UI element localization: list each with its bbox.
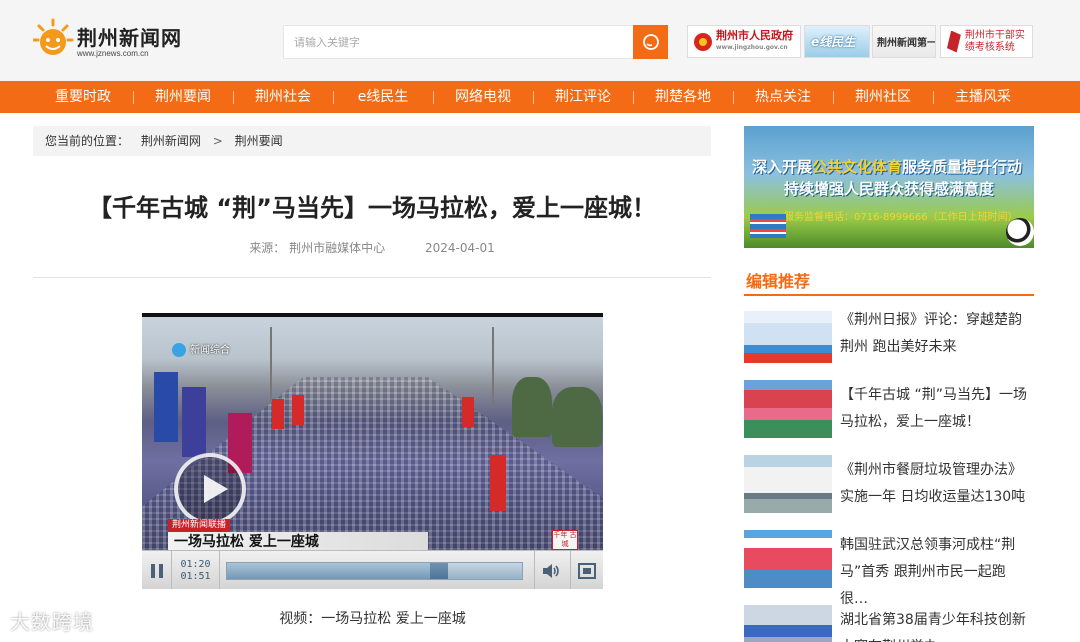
recommend-item[interactable]: 【千年古城 “荆”马当先】一场马拉松，爱上一座城！: [744, 380, 1034, 440]
sidebar-banner-ad[interactable]: 深入开展公共文化体育服务质量提升行动 持续增强人民群众获得感满意度 服务监督电话…: [744, 126, 1034, 248]
breadcrumb-current[interactable]: 荆州要闻: [235, 134, 283, 148]
breadcrumb-separator: >: [212, 134, 223, 148]
partner-eline-label: e线民生: [811, 35, 856, 49]
pause-icon: [150, 563, 155, 578]
progress-fill: [227, 563, 440, 579]
recommend-thumbnail[interactable]: [744, 605, 832, 642]
progress-handle[interactable]: [430, 563, 449, 579]
books-icon: [750, 214, 786, 238]
title-divider: [33, 277, 711, 278]
nav-item-anchors[interactable]: 主播风采: [933, 81, 1033, 113]
recommend-title[interactable]: 湖北省第38届青少年科技创新大赛在荆州举办: [840, 607, 1032, 642]
search-input[interactable]: [284, 26, 634, 58]
breadcrumb-prefix: 您当前的位置：: [45, 134, 130, 148]
logo-sun-icon: [33, 18, 74, 55]
search-box: [283, 25, 668, 59]
site-header: 荆州新闻网 www.jznews.com.cn 荆州市人民政府www.jingz…: [0, 0, 1080, 81]
video-caption: 视频：一场马拉松 爱上一座城: [279, 611, 466, 627]
recommend-thumbnail[interactable]: [744, 305, 832, 363]
logo-title: 荆州新闻网: [77, 26, 182, 50]
recommend-item[interactable]: 韩国驻武汉总领事河成柱“荆马”首秀 跟荆州市民一起跑很…: [744, 530, 1034, 607]
channel-logo: 新闻综合: [172, 341, 230, 357]
article-meta: 来源： 荆州市融媒体中心 2024-04-01: [33, 239, 711, 256]
nav-item-hot[interactable]: 热点关注: [733, 81, 833, 113]
nav-item-society[interactable]: 荆州社会: [233, 81, 333, 113]
nav-item-regions[interactable]: 荆楚各地: [633, 81, 733, 113]
nav-item-eline[interactable]: e线民生: [333, 81, 433, 113]
nav-item-commentary[interactable]: 荆江评论: [533, 81, 633, 113]
ad-line2: 持续增强人民群众获得感满意度: [784, 180, 995, 198]
watermark: 大数跨境: [10, 610, 94, 634]
nav-item-politics[interactable]: 重要时政: [33, 81, 133, 113]
video-frame[interactable]: 新闻综合 荆州新闻联播 一场马拉松 爱上一座城 千年 古城: [142, 317, 603, 550]
program-stamp: 千年 古城: [552, 530, 578, 550]
main-nav: 重要时政 荆州要闻 荆州社会 e线民生 网络电视 荆江评论 荆楚各地 热点关注 …: [0, 81, 1080, 113]
breadcrumb-home[interactable]: 荆州新闻网: [141, 134, 201, 148]
fullscreen-button[interactable]: [570, 551, 603, 589]
video-overlay-caption: 一场马拉松 爱上一座城: [168, 532, 428, 550]
partner-frontline-label: 荆州新闻第一线: [877, 38, 936, 49]
pause-button[interactable]: [142, 551, 172, 589]
soccer-ball-icon: [1006, 218, 1034, 246]
nav-item-community[interactable]: 荆州社区: [833, 81, 933, 113]
recommend-item[interactable]: 《荆州市餐厨垃圾管理办法》实施一年 日均收运量达130吨: [744, 455, 1034, 515]
partner-link-gov[interactable]: 荆州市人民政府 www.jingzhou.gov.cn: [687, 25, 801, 58]
partner-link-eline[interactable]: e线民生: [804, 25, 870, 58]
search-button[interactable]: [633, 25, 668, 59]
ad-line1-b: 公共文化体育: [812, 158, 903, 176]
video-player[interactable]: 新闻综合 荆州新闻联播 一场马拉松 爱上一座城 千年 古城 01:20 01:5…: [142, 313, 603, 589]
partner-gov-url: www.jingzhou.gov.cn: [716, 43, 788, 51]
recommend-thumbnail[interactable]: [744, 530, 832, 588]
recommend-thumbnail[interactable]: [744, 380, 832, 438]
fullscreen-icon: [578, 562, 596, 579]
partner-link-cadre[interactable]: 荆州市干部实绩考核系统: [940, 25, 1033, 58]
nav-item-local-news[interactable]: 荆州要闻: [133, 81, 233, 113]
partner-link-frontline[interactable]: 荆州新闻第一线: [872, 25, 936, 58]
current-time: 01:20: [180, 559, 211, 570]
recommend-title[interactable]: 【千年古城 “荆”马当先】一场马拉松，爱上一座城！: [840, 382, 1032, 436]
source-label: 来源：: [249, 241, 286, 255]
search-icon: [642, 34, 659, 50]
section-title-editor-picks: 编辑推荐: [746, 272, 811, 291]
volume-button[interactable]: [534, 551, 566, 589]
source-name: 荆州市融媒体中心: [289, 241, 386, 255]
site-logo[interactable]: 荆州新闻网 www.jznews.com.cn: [33, 16, 193, 62]
logo-url: www.jznews.com.cn: [77, 49, 149, 58]
nav-item-tv[interactable]: 网络电视: [433, 81, 533, 113]
recommend-thumbnail[interactable]: [744, 455, 832, 513]
article-title: 【千年古城 “荆”马当先】一场马拉松，爱上一座城！: [88, 194, 656, 222]
total-time: 01:51: [180, 571, 211, 582]
video-controls: 01:20 01:51: [142, 550, 603, 589]
breadcrumb: 您当前的位置： 荆州新闻网 > 荆州要闻: [33, 126, 711, 156]
partner-cadre-label: 荆州市干部实绩考核系统: [964, 29, 1025, 53]
speaker-icon: [542, 563, 559, 578]
progress-bar[interactable]: [226, 562, 523, 580]
publish-date: 2024-04-01: [424, 241, 495, 255]
section-underline: [744, 294, 1034, 296]
recommend-item[interactable]: 《荆州日报》评论：穿越楚韵荆州 跑出美好未来: [744, 305, 1034, 365]
recommend-title[interactable]: 韩国驻武汉总领事河成柱“荆马”首秀 跟荆州市民一起跑很…: [840, 532, 1032, 613]
time-display: 01:20 01:51: [172, 551, 220, 589]
national-emblem-icon: [694, 32, 712, 51]
ad-line1-c: 服务质量提升行动: [902, 158, 1023, 176]
ad-phone: 服务监督电话：0716-8999666（工作日上班时间）: [784, 212, 1018, 223]
recommend-title[interactable]: 《荆州日报》评论：穿越楚韵荆州 跑出美好未来: [840, 307, 1032, 361]
cadre-logo-icon: [947, 30, 961, 53]
ad-line1-a: 深入开展: [752, 158, 813, 176]
play-overlay-button[interactable]: [174, 453, 246, 525]
recommend-title[interactable]: 《荆州市餐厨垃圾管理办法》实施一年 日均收运量达130吨: [840, 457, 1032, 511]
recommend-item[interactable]: 湖北省第38届青少年科技创新大赛在荆州举办: [744, 605, 1034, 642]
partner-gov-label: 荆州市人民政府: [716, 28, 793, 42]
program-tag: 荆州新闻联播: [168, 519, 231, 532]
